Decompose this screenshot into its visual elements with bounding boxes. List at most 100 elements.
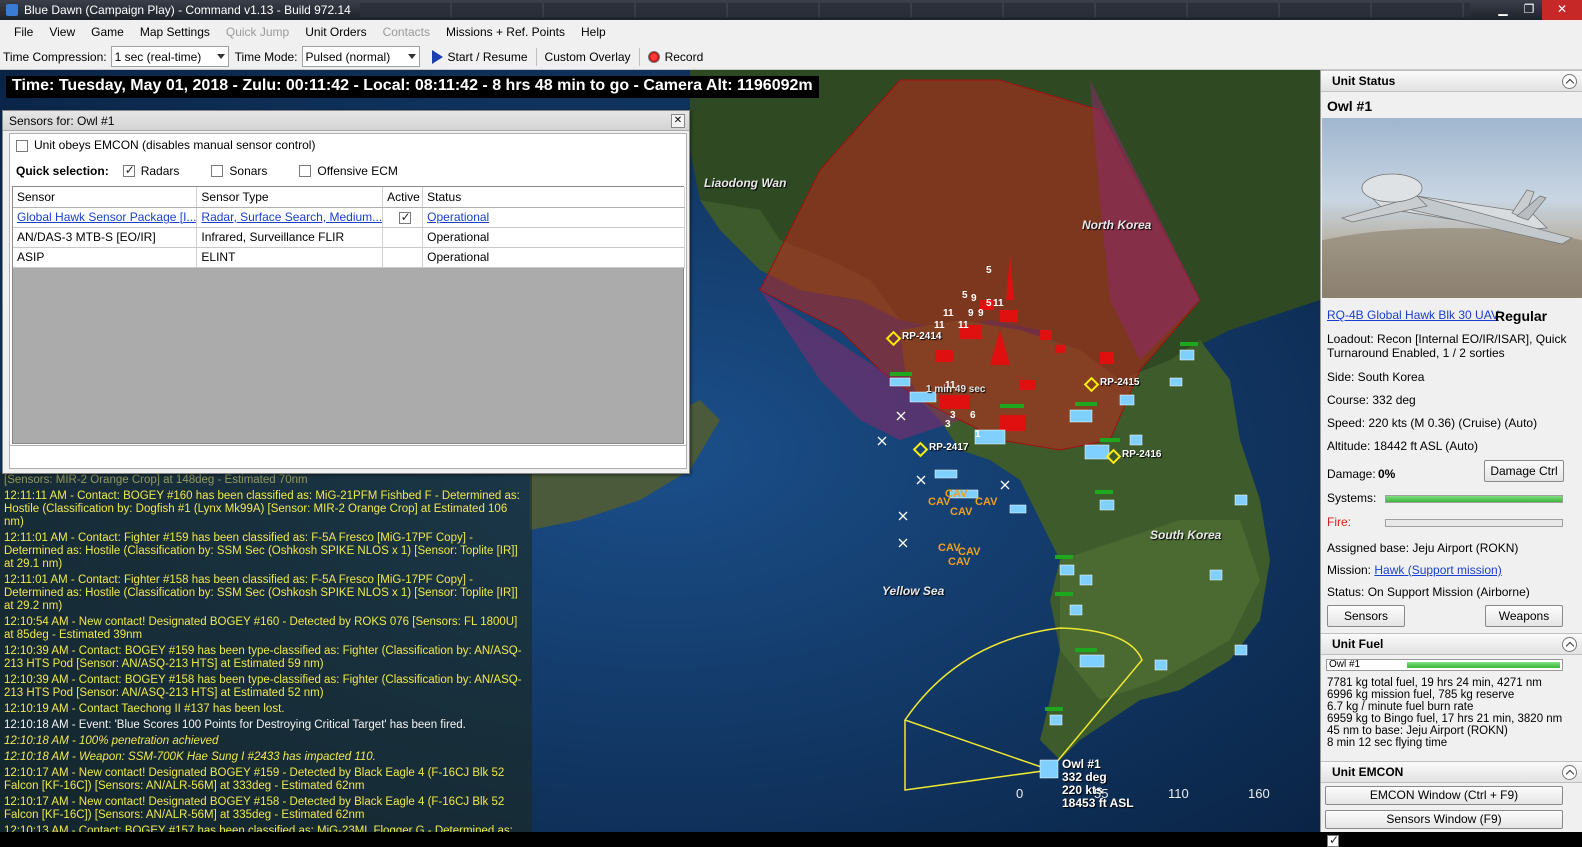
svg-text:9: 9 [968,308,974,319]
table-row[interactable]: Global Hawk Sensor Package [I... Radar, … [13,207,685,228]
sensors-button[interactable]: Sensors [1327,605,1405,627]
active-cell [382,247,424,268]
column-sensor[interactable]: Sensor [13,187,198,208]
status-cell: Operational [422,207,685,228]
ecm-checkbox[interactable] [299,165,312,177]
ref-point-rp2417[interactable]: RP-2417 [929,442,968,453]
weapons-button[interactable]: Weapons [1485,605,1563,627]
menu-contacts[interactable]: Contacts [375,25,438,39]
scale-tick-110: 110 [1168,786,1189,801]
column-active[interactable]: Active [382,187,424,208]
fuel-bar-track [1407,662,1560,668]
radars-option[interactable]: Radars [122,163,179,178]
svg-text:3: 3 [950,410,956,421]
column-status[interactable]: Status [422,187,685,208]
menu-missions[interactable]: Missions + Ref. Points [438,25,573,39]
message-log[interactable]: [Sensors: MIR-2 Orange Crop] at 148deg -… [0,472,532,832]
log-entry: 12:10:18 AM - Event: 'Blue Scores 100 Po… [4,719,466,731]
unit-status-header[interactable]: Unit Status [1321,70,1582,92]
fire-bar [1385,519,1563,527]
svg-text:CAV: CAV [975,496,998,508]
emcon-window-button[interactable]: EMCON Window (Ctrl + F9) [1325,786,1563,805]
unit-class-link[interactable]: RQ-4B Global Hawk Blk 30 UAV [1327,308,1499,322]
start-resume-button[interactable]: Start / Resume [426,46,534,68]
chevron-up-icon[interactable] [1562,74,1577,89]
sensor-cell[interactable]: Global Hawk Sensor Package [I... [13,207,198,228]
fuel-line: 7781 kg total fuel, 19 hrs 24 min, 4271 … [1327,677,1542,689]
menu-map-settings[interactable]: Map Settings [132,25,218,39]
toolbar-divider [638,47,640,66]
time-banner: Time: Tuesday, May 01, 2018 - Zulu: 00:1… [6,76,819,98]
menu-game[interactable]: Game [83,25,132,39]
column-sensor-type[interactable]: Sensor Type [196,187,384,208]
menu-unit-orders[interactable]: Unit Orders [297,25,374,39]
menu-help[interactable]: Help [573,25,614,39]
close-button[interactable]: ✕ [1542,0,1582,20]
sensors-dialog: Sensors for: Owl #1 ✕ Unit obeys EMCON (… [2,110,690,474]
ref-point-rp2415[interactable]: RP-2415 [1100,377,1139,388]
table-row[interactable]: ASIP ELINT Operational [13,247,685,268]
fire-section: Fire: [1321,513,1582,535]
time-mode-select[interactable]: Pulsed (normal) [301,46,420,67]
global-hawk-image [1322,173,1582,298]
menu-quick-jump[interactable]: Quick Jump [218,25,297,39]
unit-name: Owl #1 [1327,98,1373,114]
sensor-type-cell: ELINT [196,247,384,268]
emcon-option[interactable]: Unit obeys EMCON (disables manual sensor… [16,138,315,152]
ecm-label: Offensive ECM [317,164,398,178]
time-compression-select[interactable]: 1 sec (real-time) [110,46,229,67]
record-label: Record [664,49,704,64]
unit-fuel-title: Unit Fuel [1332,637,1384,651]
status-cell: Operational [422,247,685,268]
inherit-checkbox[interactable] [1327,833,1339,847]
sensor-cell[interactable]: ASIP [13,247,198,268]
log-entry: 12:11:01 AM - Contact: Fighter #159 has … [4,532,518,570]
emcon-checkbox[interactable] [16,139,28,152]
unit-altitude: Altitude: 18442 ft ASL (Auto) [1327,439,1478,453]
quick-selection: Quick selection: Radars Sonars Offensive… [16,163,430,178]
mission-label: Mission: [1327,563,1372,577]
close-icon[interactable]: ✕ [671,114,685,128]
sensor-cell[interactable]: AN/DAS-3 MTB-S [EO/IR] [13,227,198,248]
ecm-option[interactable]: Offensive ECM [299,164,398,178]
minimize-button[interactable]: ▁ [1490,0,1516,20]
log-entry: 12:10:54 AM - New contact! Designated BO… [4,616,518,641]
fuel-bar: Owl #1 [1326,659,1563,671]
svg-text:6: 6 [970,410,976,421]
owl-unit-label[interactable]: Owl #1 332 deg 220 kts 18453 ft ASL [1062,758,1134,810]
inherit-option[interactable]: Inherit from Parent [1327,833,1444,847]
damage-label: Damage: [1327,467,1376,481]
chevron-up-icon[interactable] [1562,637,1577,652]
sensors-window-button[interactable]: Sensors Window (F9) [1325,810,1563,829]
mission-link[interactable]: Hawk (Support mission) [1374,563,1501,577]
sensors-dialog-footer [9,445,687,469]
menu-file[interactable]: File [6,25,41,39]
sensors-dialog-title: Sensors for: Owl #1 [9,113,115,128]
damage-ctrl-button[interactable]: Damage Ctrl [1484,460,1564,482]
custom-overlay-label: Custom Overlay [544,49,631,64]
svg-text:11: 11 [958,320,969,331]
emcon-section: EMCON Window (Ctrl + F9) Sensors Window … [1321,783,1582,847]
radars-checkbox[interactable] [122,163,135,177]
unit-side: Side: South Korea [1327,370,1425,384]
chevron-up-icon[interactable] [1562,765,1577,780]
ref-point-rp2414[interactable]: RP-2414 [902,331,941,342]
sonars-label: Sonars [229,164,268,178]
menu-bar: File View Game Map Settings Quick Jump U… [0,20,1582,44]
ref-point-rp2416[interactable]: RP-2416 [1122,449,1161,460]
active-cell[interactable] [382,207,424,228]
menu-view[interactable]: View [41,25,83,39]
fuel-line: 6996 kg mission fuel, 785 kg reserve [1327,689,1515,701]
sonars-checkbox[interactable] [211,165,224,177]
sensors-dialog-header[interactable]: Sensors for: Owl #1 [3,111,689,131]
unit-fuel-header[interactable]: Unit Fuel [1321,633,1582,655]
unit-emcon-header[interactable]: Unit EMCON [1321,761,1582,783]
active-checkbox[interactable] [398,210,411,224]
maximize-button[interactable]: ❐ [1516,0,1542,20]
custom-overlay-button[interactable]: Custom Overlay [539,46,637,68]
record-button[interactable]: Record [642,46,710,68]
toolbar-divider [535,47,537,66]
unit-proficiency: Regular [1495,308,1548,324]
table-row[interactable]: AN/DAS-3 MTB-S [EO/IR] Infrared, Surveil… [13,227,685,248]
sonars-option[interactable]: Sonars [211,164,267,178]
